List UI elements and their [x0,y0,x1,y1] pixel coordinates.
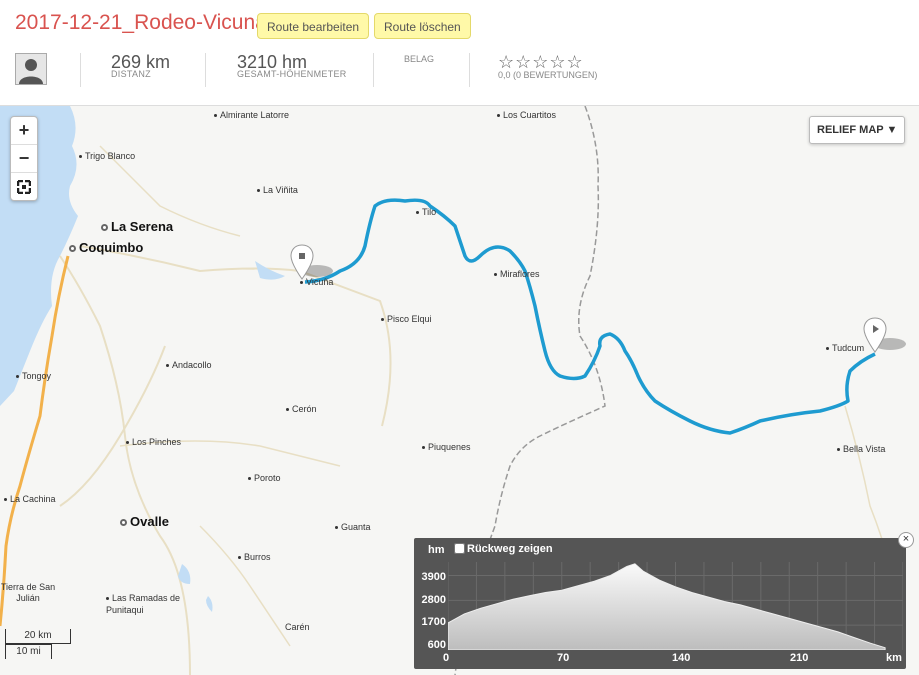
map-scale: 20 km 10 mi [5,629,71,661]
x-tick: 140 [672,652,691,664]
divider [205,53,206,87]
place-label: Tudcum [826,343,864,353]
delete-route-button[interactable]: Route löschen [374,13,471,39]
user-silhouette-icon [19,59,43,84]
scale-km: 20 km [5,629,71,644]
place-label: Tierra de San Julián [0,582,56,603]
y-tick: 1700 [421,616,446,628]
y-tick: 2800 [421,594,446,606]
route-header: 2017-12-21_Rodeo-Vicuna Route bearbeiten… [0,0,919,106]
place-label: Los Pinches [126,437,181,447]
place-label: Poroto [248,473,281,483]
divider [80,53,81,87]
elevation-profile-panel: × hm Rückweg zeigen 3900 2800 1700 600 0… [414,532,914,669]
y-tick: 600 [427,639,446,651]
place-label: Andacollo [166,360,212,370]
place-label: Piuquenes [422,442,471,452]
close-profile-button[interactable]: × [898,532,914,548]
rating-label: 0,0 (0 BEWERTUNGEN) [498,70,598,80]
zoom-out-button[interactable]: − [11,145,37,173]
rating-stars[interactable]: ☆☆☆☆☆ [498,53,584,71]
fullscreen-icon [16,179,32,195]
x-unit-label: km [886,652,902,664]
place-label: Almirante Latorre [214,110,289,120]
divider [373,53,374,87]
place-label: Vicuña [300,277,333,287]
map[interactable]: Almirante Latorre Los Cuartitos Trigo Bl… [0,106,919,675]
place-label: Carén [285,622,310,632]
place-label: Los Cuartitos [497,110,556,120]
x-tick: 210 [790,652,809,664]
place-label: Las Ramadas de Punitaqui [106,593,181,615]
place-label: Coquimbo [69,240,143,255]
scale-mi: 10 mi [5,644,52,659]
map-layer-dropdown[interactable]: RELIEF MAP ▼ [809,116,906,144]
place-label: La Serena [101,219,173,234]
edit-route-button[interactable]: Route bearbeiten [257,13,370,39]
divider [469,53,470,87]
surface-label: BELAG [404,54,435,64]
elevation-chart [448,562,903,650]
zoom-in-button[interactable]: + [11,117,37,145]
x-tick: 70 [557,652,570,664]
place-label: La Cachina [4,494,56,504]
route-title: 2017-12-21_Rodeo-Vicuna [15,11,267,34]
place-label: Tongoy [16,371,51,381]
avatar[interactable] [15,53,47,85]
return-route-label: Rückweg zeigen [467,543,553,555]
place-label: Miraflores [494,269,540,279]
zoom-control: + − [10,116,38,201]
place-label: Trigo Blanco [79,151,135,161]
end-marker-icon[interactable] [862,316,912,360]
y-tick: 3900 [421,571,446,583]
place-label: Tilo [416,207,436,217]
return-route-toggle[interactable]: Rückweg zeigen [454,543,553,555]
x-tick: 0 [443,652,450,664]
place-label: Ovalle [120,514,169,529]
place-label: Burros [238,552,271,562]
place-label: Guanta [335,522,371,532]
elevation-area [448,563,886,650]
place-label: Bella Vista [837,444,885,454]
elevation-label: GESAMT-HÖHENMETER [237,69,347,79]
fullscreen-button[interactable] [11,173,37,200]
place-label: La Viñita [257,185,298,195]
distance-label: DISTANZ [111,69,151,79]
place-label: Pisco Elqui [381,314,432,324]
y-axis-unit: hm [428,544,445,556]
return-route-checkbox[interactable] [454,543,465,554]
place-label: Cerón [286,404,317,414]
